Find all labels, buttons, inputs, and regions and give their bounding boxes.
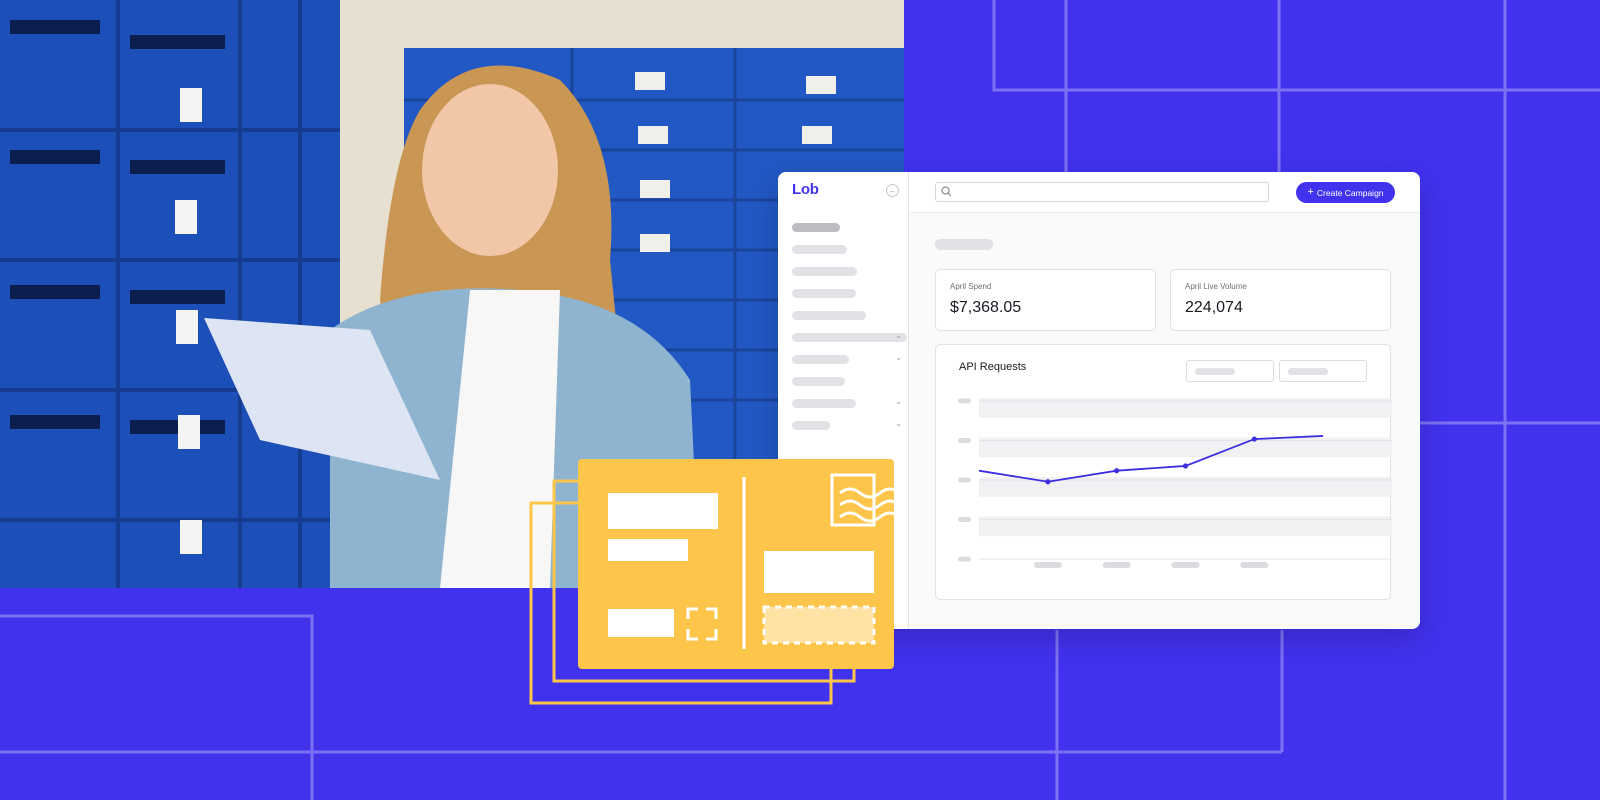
sidebar-item-label-placeholder [792,399,856,408]
mailbox-wall-left [0,0,340,588]
stat-card-april-live-volume[interactable]: April Live Volume 224,074 [1170,269,1391,331]
sidebar-item[interactable]: ⌄ [792,327,907,349]
sidebar-item[interactable] [792,261,902,283]
sidebar-item-label-placeholder [792,223,840,232]
x-tick-label-placeholder [1240,562,1269,568]
create-campaign-label: Create Campaign [1316,187,1384,198]
search-icon [941,186,952,197]
x-tick-label-placeholder [1033,562,1062,568]
chevron-down-icon: ⌄ [895,419,902,428]
plus-icon: + [1307,186,1314,198]
postcard-illustration [529,459,900,705]
data-point [1114,468,1120,474]
page-title-placeholder [935,239,993,250]
y-tick-label-placeholder [958,477,971,483]
data-point [1045,479,1051,485]
sidebar-item[interactable]: ⌄ [792,349,902,371]
sidebar-item-label-placeholder [792,333,907,342]
y-tick-label-placeholder [958,438,971,443]
sidebar-item[interactable] [792,305,902,327]
sidebar-item-label-placeholder [792,245,847,254]
recipient-block [764,551,874,593]
sidebar-item[interactable] [792,217,902,239]
create-campaign-button[interactable]: + Create Campaign [1296,182,1395,203]
x-tick-label-placeholder [1171,562,1200,568]
stat-label: April Spend [950,282,992,291]
api-requests-chart-card: API Requests [935,344,1392,600]
chevron-down-icon: ⌄ [895,397,902,406]
sidebar-item-label-placeholder [792,267,857,276]
sidebar-item-label-placeholder [792,377,845,386]
api-requests-line-chart [958,398,1392,568]
stat-value: 224,074 [1185,299,1243,316]
sidebar-nav: ⌄ ⌄ ⌄ ⌄ [792,217,907,437]
data-point [1182,463,1189,469]
chevron-down-icon: ⌄ [895,353,902,362]
sidebar-item-label-placeholder [792,289,856,298]
arrow-left-icon[interactable]: ← [886,184,899,197]
sidebar-item-label-placeholder [792,421,830,430]
sidebar-item-label-placeholder [792,311,866,320]
stat-card-april-spend[interactable]: April Spend $7,368.05 [935,269,1156,331]
top-bar: + Create Campaign [909,172,1420,213]
lob-logo[interactable]: Lob [792,181,819,198]
sidebar-item-label-placeholder [792,355,849,364]
y-tick-label-placeholder [958,398,971,404]
address-block [608,493,718,529]
barcode-placeholder [762,605,876,645]
y-tick-label-placeholder [958,556,971,562]
chevron-down-icon: ⌄ [895,331,902,340]
data-point [1251,436,1257,442]
sidebar-item[interactable] [792,371,902,393]
address-line [608,539,688,561]
y-tick-label-placeholder [958,517,971,522]
search-input[interactable] [935,182,1269,202]
stat-value: $7,368.05 [950,299,1022,316]
sidebar-item[interactable]: ⌄ [792,393,902,415]
stat-label: April Live Volume [1185,282,1247,291]
sidebar-item[interactable]: ⌄ [792,415,902,437]
return-block [608,609,674,637]
x-tick-label-placeholder [1102,562,1131,568]
main-content: April Spend $7,368.05 April Live Volume … [909,213,1420,629]
sidebar-item[interactable] [792,283,902,305]
sidebar-item[interactable] [792,239,902,261]
